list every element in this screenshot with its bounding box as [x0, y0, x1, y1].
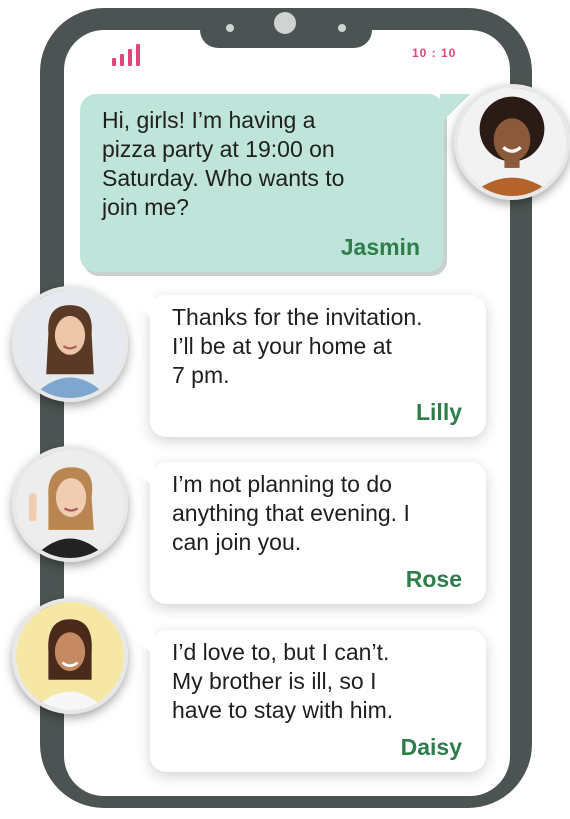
message-bubble-rose: I’m not planning to do anything that eve…: [128, 462, 486, 604]
avatar-lilly: [12, 286, 128, 402]
signal-bars-icon: [112, 40, 152, 66]
message-bubble-jasmin: Hi, girls! I’m having a pizza party at 1…: [80, 94, 470, 272]
sender-name: Lilly: [415, 399, 462, 425]
sender-name: Daisy: [400, 734, 462, 760]
front-camera-icon: [274, 12, 296, 34]
sender-name: Rose: [405, 566, 462, 592]
message-text: I’m not planning to do anything that eve…: [172, 471, 410, 555]
message-text: I’d love to, but I can’t. My brother is …: [172, 639, 394, 723]
status-time: 10 : 10: [412, 46, 457, 60]
avatar-daisy: [12, 598, 128, 714]
phone-notch: [200, 8, 372, 48]
avatar-rose: [12, 446, 128, 562]
sensor-dot: [338, 24, 346, 32]
avatar-jasmin: [454, 84, 570, 200]
message-bubble-lilly: Thanks for the invitation. I’ll be at yo…: [128, 295, 486, 437]
message-bubble-daisy: I’d love to, but I can’t. My brother is …: [128, 630, 486, 772]
sensor-dot: [226, 24, 234, 32]
message-text: Hi, girls! I’m having a pizza party at 1…: [102, 107, 345, 220]
sender-name: Jasmin: [340, 234, 420, 260]
message-text: Thanks for the invitation. I’ll be at yo…: [172, 304, 423, 388]
